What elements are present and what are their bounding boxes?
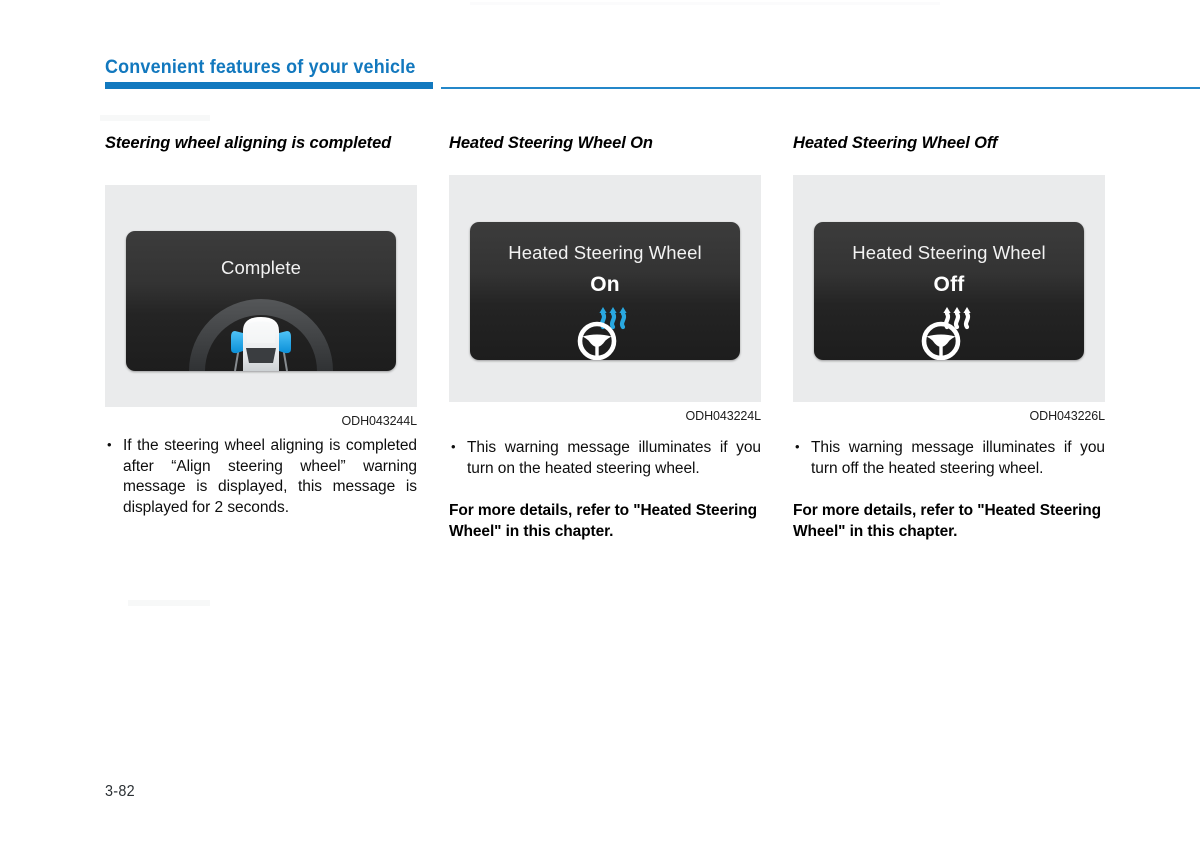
figure-caption: ODH043226L (1029, 409, 1106, 423)
bullet-text: This warning message illuminates if you … (449, 437, 761, 479)
column-steering-wheel-aligning: Steering wheel aligning is completed Com… (105, 133, 417, 558)
column-heated-steering-wheel-off: Heated Steering Wheel Off Heated Steerin… (793, 133, 1105, 558)
heated-steering-wheel-icon (914, 303, 984, 360)
header-rule-thin (441, 87, 1200, 89)
display-message-line2: Off (933, 273, 965, 296)
figure-caption: ODH043244L (341, 414, 418, 428)
figure-heated-wheel-off: Heated Steering Wheel Off ODH043226L (793, 175, 1105, 423)
reference-note: For more details, refer to "Heated Steer… (793, 502, 1101, 540)
heated-steering-wheel-icon (570, 303, 640, 360)
display-message-line1: Heated Steering Wheel (508, 242, 702, 263)
scan-artifact (470, 2, 940, 5)
header-rule-thick (105, 82, 433, 89)
page-header: Convenient features of your vehicle (105, 56, 1200, 92)
cluster-display-panel: Heated Steering Wheel Off (814, 222, 1084, 360)
section-heading: Heated Steering Wheel Off (793, 134, 998, 152)
page-title: Convenient features of your vehicle (105, 56, 416, 78)
bullet-text: If the steering wheel aligning is comple… (105, 435, 417, 518)
display-message-line1: Heated Steering Wheel (852, 242, 1046, 263)
display-message-line2: On (590, 273, 620, 296)
column-heated-steering-wheel-on: Heated Steering Wheel On Heated Steering… (449, 133, 761, 558)
section-heading: Steering wheel aligning is completed (105, 134, 392, 152)
section-heading: Heated Steering Wheel On (449, 134, 653, 152)
cluster-display-panel: Heated Steering Wheel On (470, 222, 740, 360)
scan-smudge (100, 115, 210, 121)
figure-heated-wheel-on: Heated Steering Wheel On ODH043224L (449, 175, 761, 423)
figure-caption: ODH043224L (685, 409, 762, 423)
figure-steering-aligning-complete: Complete ODH043244L (105, 185, 417, 428)
cluster-display-panel: Complete (126, 231, 396, 371)
scan-smudge (128, 600, 210, 606)
bullet-text: This warning message illuminates if you … (793, 437, 1105, 479)
car-rear-align-icon (171, 291, 351, 371)
reference-note: For more details, refer to "Heated Steer… (449, 502, 757, 540)
page-number: 3-82 (105, 783, 135, 800)
content-columns: Steering wheel aligning is completed Com… (105, 133, 1105, 558)
display-message-line1: Complete (221, 257, 301, 278)
